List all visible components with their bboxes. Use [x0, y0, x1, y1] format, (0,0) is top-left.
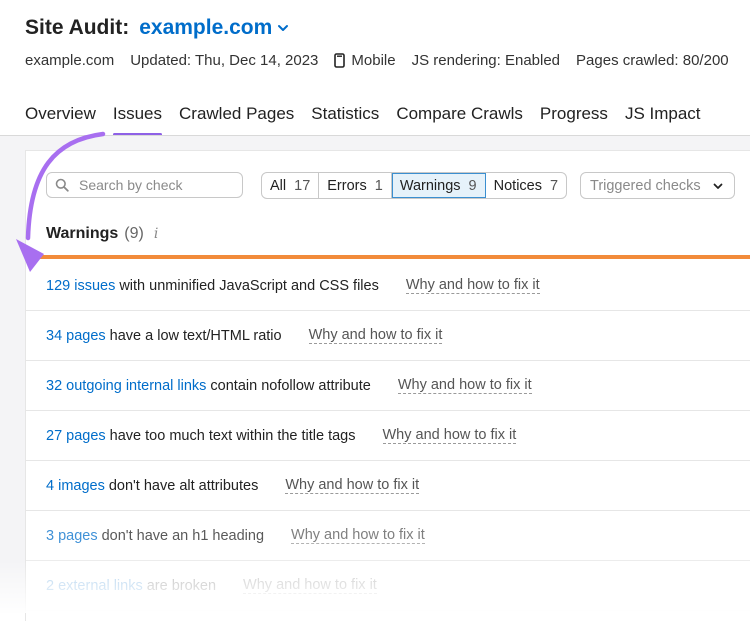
issues-panel: All 17 Errors 1 Warnings 9 Notices 7 Tri…	[25, 150, 750, 621]
list-item: 27 pages have too much text within the t…	[26, 411, 750, 461]
meta-updated: Updated: Thu, Dec 14, 2023	[130, 52, 319, 69]
tab-crawled-pages[interactable]: Crawled Pages	[179, 104, 294, 130]
tab-overview[interactable]: Overview	[25, 104, 96, 130]
search-box[interactable]	[46, 172, 243, 198]
tab-progress[interactable]: Progress	[540, 104, 608, 130]
domain-selector[interactable]: example.com	[139, 16, 290, 40]
why-fix-link[interactable]: Why and how to fix it	[243, 577, 377, 594]
filter-all-count: 17	[294, 177, 311, 194]
issue-link[interactable]: 27 pages	[46, 428, 106, 444]
filter-warnings-label: Warnings	[399, 177, 461, 194]
filter-notices-label: Notices	[493, 177, 542, 194]
title-row: Site Audit: example.com	[25, 16, 290, 40]
header: Site Audit: example.com example.com Upda…	[0, 0, 750, 136]
search-icon	[55, 178, 69, 192]
issue-text: have too much text within the title tags	[109, 427, 356, 444]
tabs: Overview Issues Crawled Pages Statistics…	[25, 104, 701, 136]
meta-js-rendering: JS rendering: Enabled	[411, 52, 561, 69]
meta-row: example.com Updated: Thu, Dec 14, 2023 M…	[25, 52, 745, 69]
section-title: Warnings	[46, 225, 119, 242]
meta-device: Mobile	[334, 52, 396, 69]
issue-link[interactable]: 32 outgoing internal links	[46, 378, 206, 394]
why-fix-link[interactable]: Why and how to fix it	[405, 277, 540, 294]
triggered-checks-label: Triggered checks	[590, 177, 701, 194]
issue-text: are broken	[146, 577, 217, 594]
filter-all-label: All	[270, 177, 287, 194]
tab-js-impact[interactable]: JS Impact	[625, 104, 701, 130]
meta-pages-crawled: Pages crawled: 80/200	[576, 52, 729, 69]
triggered-checks-dropdown[interactable]: Triggered checks	[580, 172, 735, 199]
issue-link[interactable]: 34 pages	[46, 328, 106, 344]
why-fix-link[interactable]: Why and how to fix it	[397, 377, 532, 394]
meta-domain: example.com	[25, 52, 115, 69]
issue-link[interactable]: 4 images	[46, 478, 105, 494]
tab-issues[interactable]: Issues	[112, 104, 163, 136]
issues-list: 129 issues with unminified JavaScript an…	[26, 261, 750, 611]
issue-link[interactable]: 3 pages	[46, 528, 98, 544]
section-count: (9)	[124, 225, 144, 242]
tab-statistics[interactable]: Statistics	[311, 104, 379, 130]
domain-label: example.com	[139, 16, 273, 39]
search-input[interactable]	[77, 176, 231, 194]
issue-link[interactable]: 129 issues	[46, 278, 115, 294]
list-item: 32 outgoing internal links contain nofol…	[26, 361, 750, 411]
why-fix-link[interactable]: Why and how to fix it	[285, 477, 420, 494]
why-fix-link[interactable]: Why and how to fix it	[382, 427, 517, 444]
warnings-heading: Warnings (9) i	[46, 225, 158, 243]
issue-text: contain nofollow attribute	[210, 377, 371, 394]
filter-errors-count: 1	[374, 177, 383, 194]
list-item: 34 pages have a low text/HTML ratio Why …	[26, 311, 750, 361]
chevron-down-icon	[278, 25, 289, 31]
info-icon[interactable]: i	[154, 226, 158, 242]
filter-warnings[interactable]: Warnings 9	[391, 173, 486, 198]
tab-compare-crawls[interactable]: Compare Crawls	[396, 104, 523, 130]
filter-errors[interactable]: Errors 1	[319, 173, 392, 198]
warnings-bar	[26, 255, 750, 259]
issue-text: don't have alt attributes	[108, 477, 259, 494]
issue-type-filter: All 17 Errors 1 Warnings 9 Notices 7	[261, 172, 568, 199]
issue-text: don't have an h1 heading	[101, 527, 265, 544]
filter-errors-label: Errors	[327, 177, 367, 194]
list-item: 3 pages don't have an h1 heading Why and…	[26, 511, 750, 561]
why-fix-link[interactable]: Why and how to fix it	[308, 327, 443, 344]
filter-notices[interactable]: Notices 7	[486, 173, 566, 198]
list-item: 2 external links are broken Why and how …	[26, 561, 750, 611]
why-fix-link[interactable]: Why and how to fix it	[291, 527, 425, 544]
filter-notices-count: 7	[549, 177, 559, 194]
list-item: 4 images don't have alt attributes Why a…	[26, 461, 750, 511]
list-item: 129 issues with unminified JavaScript an…	[26, 261, 750, 311]
issue-text: with unminified JavaScript and CSS files	[119, 277, 379, 294]
mobile-icon	[334, 53, 346, 68]
chevron-down-icon	[713, 183, 723, 189]
issue-link[interactable]: 2 external links	[46, 578, 143, 594]
issue-text: have a low text/HTML ratio	[109, 327, 282, 344]
filter-all[interactable]: All 17	[262, 173, 320, 198]
meta-device-label: Mobile	[351, 52, 396, 69]
page-title: Site Audit:	[25, 16, 130, 39]
filter-warnings-count: 9	[468, 177, 477, 194]
